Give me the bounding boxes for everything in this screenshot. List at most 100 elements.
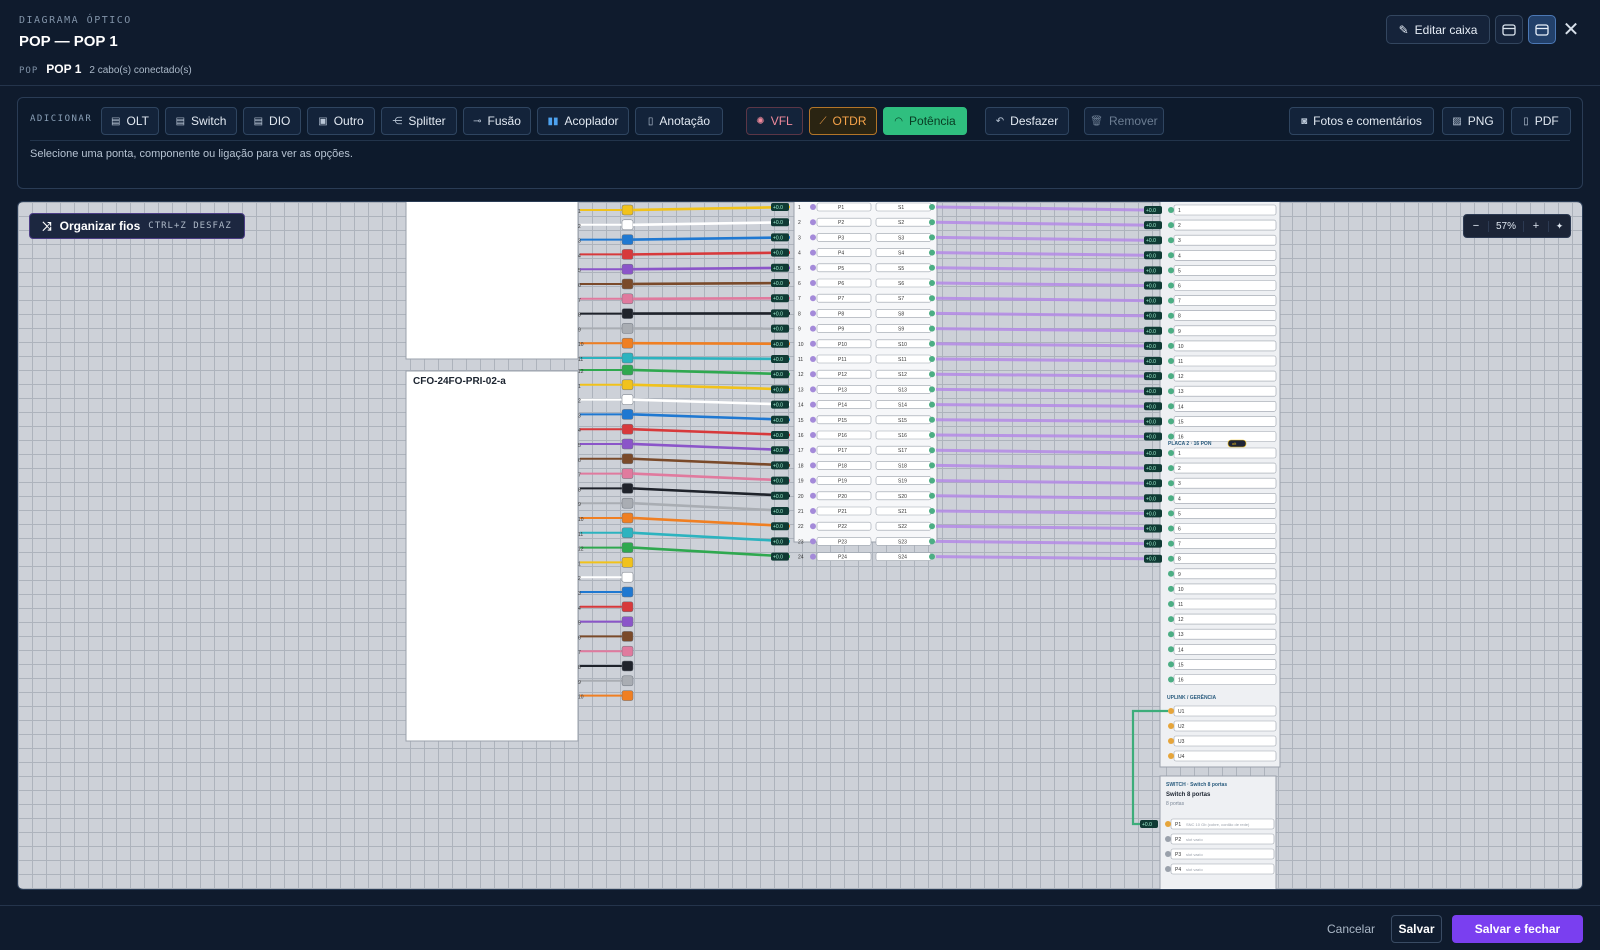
fiber-tube	[621, 586, 634, 598]
switch-kicker: SWITCH · Switch 8 portas	[1166, 782, 1227, 788]
export-png-label: PNG	[1467, 114, 1494, 128]
dio-port-label: P16	[838, 433, 847, 439]
pon-port-dot	[1168, 585, 1174, 592]
pon-port-number: 12	[1178, 374, 1184, 380]
cable-count: 2 cabo(s) conectado(s)	[89, 65, 192, 76]
dio-row-number: 14	[798, 403, 804, 409]
pon-port-number: 1	[1178, 451, 1181, 457]
add-other-button[interactable]: ▣ Outro	[307, 107, 375, 135]
fusion-marker-label: +0.0	[1146, 238, 1156, 244]
patch-cord	[935, 524, 1145, 530]
fiber-wire	[632, 281, 791, 286]
add-olt-button[interactable]: ▤ OLT	[101, 107, 159, 135]
edit-box-button[interactable]: ✎ Editar caixa	[1386, 15, 1490, 44]
switch-port-id: P3	[1175, 852, 1181, 858]
pon-port	[1173, 204, 1277, 216]
fiber-number: 10	[578, 695, 584, 701]
fiber-number: 8	[578, 665, 581, 671]
fusion-marker-label: +0.0	[1146, 404, 1156, 410]
save-and-close-button[interactable]: Salvar e fechar	[1452, 915, 1583, 943]
box-name: POP 1	[46, 62, 82, 76]
fusion-marker-label: +0.0	[1146, 435, 1156, 441]
patch-cord	[935, 463, 1145, 470]
splice-port-dot	[929, 462, 935, 469]
pon-port-number: 2	[1178, 223, 1181, 229]
add-fusion-button[interactable]: ⊸ Fusão	[463, 107, 531, 135]
pon-port-dot	[1168, 373, 1174, 380]
power-button[interactable]: ◠ Potência	[883, 107, 967, 135]
fusion-marker-label: +0.0	[1146, 466, 1156, 472]
splice-port-dot	[929, 447, 935, 454]
fiber-diagram[interactable]: CFO-24FO-PRI-02-a12345678910111212345678…	[18, 202, 1583, 890]
dio-row-number: 7	[798, 296, 801, 302]
organize-wires-button[interactable]: ⤨ Organizar fios CTRL+Z DESFAZ	[29, 213, 245, 239]
pon-port	[1173, 659, 1277, 670]
fiber-wire	[632, 516, 791, 528]
splice-port-dot	[929, 371, 935, 378]
add-switch-label: Switch	[191, 114, 227, 128]
uplink-port-dot	[1168, 708, 1174, 714]
cable-name-label: CFO-24FO-PRI-02-a	[413, 376, 506, 387]
fusion-marker-label: +0.0	[773, 555, 783, 561]
dio-port-label: P23	[838, 539, 847, 545]
undo-icon: ↶	[995, 115, 1005, 127]
splice-port-label: S11	[898, 357, 907, 363]
export-pdf-button[interactable]: ▯ PDF	[1511, 107, 1571, 135]
pon-port-dot	[1168, 433, 1174, 440]
add-splitter-button[interactable]: ⋲ Splitter	[381, 107, 457, 135]
add-dio-button[interactable]: ▤ DIO	[243, 107, 301, 135]
splice-port-label: S12	[898, 372, 907, 378]
vfl-button[interactable]: ✺ VFL	[746, 107, 803, 135]
export-png-button[interactable]: ▨ PNG	[1442, 107, 1504, 135]
dio-port-label: P4	[838, 251, 844, 257]
fiber-wire	[632, 427, 791, 437]
splice-port-label: S4	[898, 251, 904, 257]
fiber-wire	[632, 296, 791, 301]
dio-port-dot	[810, 386, 816, 393]
undo-button[interactable]: ↶ Desfazer	[985, 107, 1069, 135]
fiber-number: 9	[578, 327, 581, 333]
dio-row-number: 20	[798, 494, 804, 500]
splice-port-dot	[929, 280, 935, 286]
coupler-icon: ▮▮	[547, 115, 559, 127]
close-icon[interactable]: ✕	[1560, 18, 1582, 41]
laser-icon: ✺	[756, 115, 765, 127]
splice-port-dot	[929, 523, 935, 530]
dio-port-dot	[810, 371, 816, 378]
save-button[interactable]: Salvar	[1391, 915, 1442, 943]
diagram-canvas[interactable]: CFO-24FO-PRI-02-a 1 2 3 4 5 6 7 8 9 10 11 12 1 2 3 4 5 6 7 8…	[17, 201, 1583, 890]
fusion-marker-label: +0.0	[773, 251, 783, 257]
otdr-button[interactable]: ⟋ OTDR	[809, 107, 877, 135]
fiber-tube	[621, 468, 634, 479]
cancel-button[interactable]: Cancelar	[1318, 915, 1384, 943]
fit-view-button[interactable]: ✦	[1548, 220, 1570, 232]
fiber-wire	[632, 398, 791, 406]
window-icon	[1535, 23, 1549, 36]
switch-port-dot	[1165, 866, 1171, 872]
dio-port-dot	[810, 249, 816, 256]
zoom-in-button[interactable]: +	[1524, 220, 1548, 232]
photos-comments-button[interactable]: ◙ Fotos e comentários	[1289, 107, 1434, 135]
splice-port-dot	[929, 219, 935, 226]
add-switch-button[interactable]: ▤ Switch	[165, 107, 237, 135]
pon-port	[1173, 523, 1277, 534]
dio-port-label: P3	[838, 235, 844, 241]
add-coupler-button[interactable]: ▮▮ Acoplador	[537, 107, 629, 135]
switch-port-dot	[1165, 851, 1171, 857]
zoom-out-button[interactable]: −	[1464, 220, 1488, 232]
switch-port-desc: SNC 10 Gb (cobre, cordão de rede)	[1186, 822, 1250, 827]
pon-port	[1173, 538, 1277, 549]
add-label: ADICIONAR	[30, 114, 93, 124]
pon-port	[1173, 462, 1277, 474]
add-fusion-label: Fusão	[487, 114, 521, 128]
dio-port-dot	[810, 356, 816, 362]
pon-port-number: 8	[1178, 314, 1181, 320]
image-icon: ▨	[1452, 115, 1462, 127]
pon-port-number: 16	[1178, 678, 1184, 684]
remove-button[interactable]: 🗑 Remover	[1084, 107, 1164, 135]
fullscreen-toggle-button[interactable]	[1528, 15, 1556, 44]
layout-toggle-button[interactable]	[1495, 15, 1523, 44]
dio-port-dot	[810, 325, 816, 332]
add-annotation-button[interactable]: ▯ Anotação	[635, 107, 723, 135]
zoom-control: − 57% + ✦	[1463, 214, 1571, 238]
